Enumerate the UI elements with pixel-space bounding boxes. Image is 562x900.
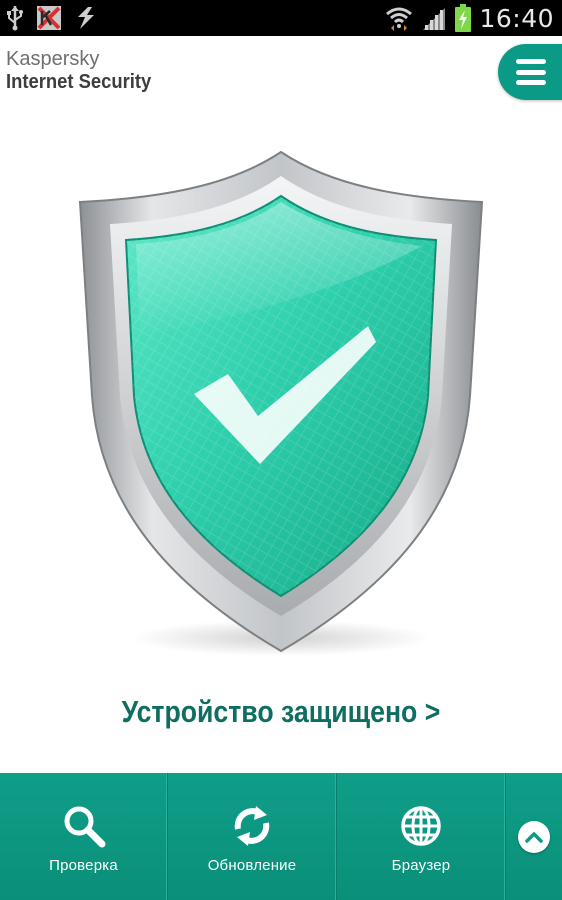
- app-logo: Kaspersky Internet Security: [6, 48, 164, 94]
- protection-status-shield[interactable]: [70, 146, 492, 666]
- brand-line-2: Internet Security: [6, 71, 152, 93]
- brand-line-1: Kaspersky: [6, 48, 100, 70]
- expand-toolbar-button[interactable]: [506, 773, 562, 900]
- clock: 16:40: [479, 3, 554, 33]
- wifi-icon: [386, 7, 413, 31]
- browser-label: Браузер: [391, 857, 451, 874]
- refresh-icon: [234, 806, 270, 846]
- signal-icon: [423, 8, 446, 30]
- update-button[interactable]: Обновление: [168, 773, 337, 900]
- chevron-up-icon: [518, 820, 550, 853]
- scan-button[interactable]: Проверка: [0, 773, 168, 900]
- status-bar: 16:40: [0, 0, 562, 36]
- status-bar-system: 16:40: [385, 0, 554, 36]
- menu-button[interactable]: [498, 44, 562, 100]
- globe-icon: [401, 806, 441, 846]
- browser-button[interactable]: Браузер: [337, 773, 506, 900]
- protected-shield-icon: [78, 150, 484, 656]
- kaspersky-notification-icon: [37, 6, 61, 30]
- usb-icon: [7, 6, 23, 31]
- battery-charging-icon: [455, 4, 472, 32]
- update-label: Обновление: [207, 857, 297, 874]
- app-header: Kaspersky Internet Security: [0, 36, 562, 104]
- hamburger-menu-icon: [516, 59, 546, 85]
- sync-icon: [78, 7, 94, 29]
- scan-label: Проверка: [49, 857, 118, 874]
- search-icon: [64, 806, 105, 848]
- status-bar-notifications: [6, 4, 98, 32]
- bottom-toolbar: Проверка Обновление Браузер: [0, 773, 562, 900]
- protection-status-message[interactable]: Устройство защищено >: [39, 694, 522, 730]
